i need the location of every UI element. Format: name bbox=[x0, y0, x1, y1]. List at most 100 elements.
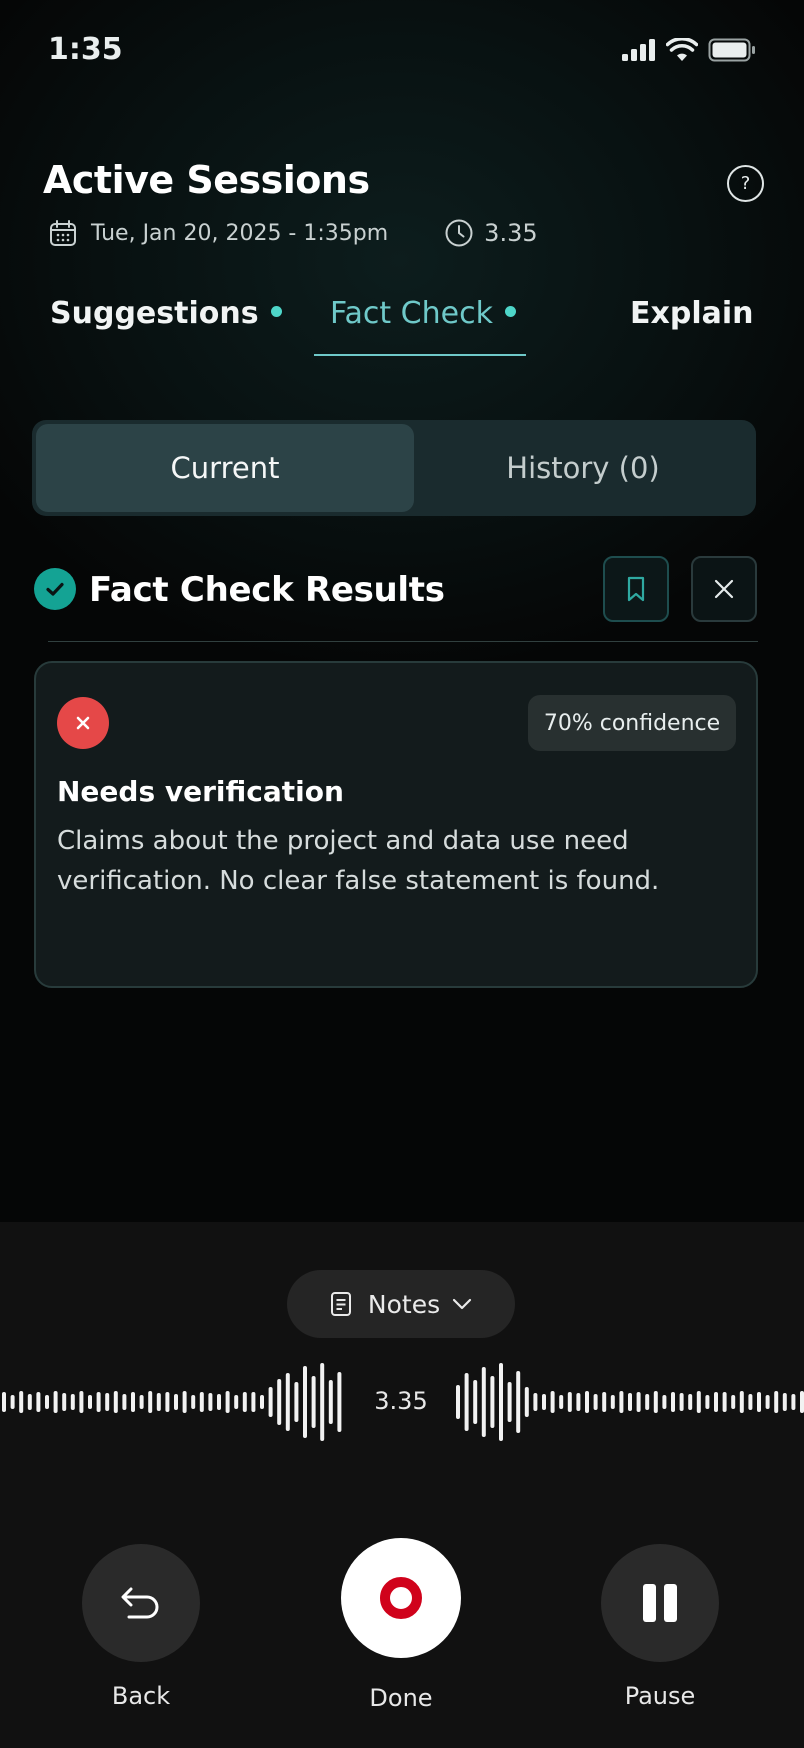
help-button[interactable]: ? bbox=[727, 165, 764, 202]
waveform-bar bbox=[251, 1392, 256, 1412]
session-date: Tue, Jan 20, 2025 - 1:35pm bbox=[91, 220, 389, 246]
waveform-bar bbox=[260, 1395, 264, 1409]
tab-explain[interactable]: Explain bbox=[630, 296, 754, 331]
active-tab-indicator bbox=[314, 354, 526, 356]
new-indicator-dot bbox=[270, 306, 282, 317]
waveform-bar bbox=[36, 1392, 41, 1412]
waveform-bar bbox=[507, 1382, 512, 1422]
waveform-bar bbox=[113, 1391, 118, 1413]
tab-label: Suggestions bbox=[50, 296, 259, 331]
signal-icon bbox=[622, 39, 655, 61]
waveform-bar bbox=[191, 1395, 196, 1409]
pause-button[interactable] bbox=[601, 1544, 719, 1662]
calendar-icon bbox=[50, 220, 76, 246]
waveform-bar bbox=[53, 1391, 58, 1413]
waveform-bar bbox=[688, 1394, 693, 1410]
check-circle-icon bbox=[34, 568, 76, 610]
waveform-bar bbox=[653, 1391, 658, 1413]
waveform-bar bbox=[464, 1373, 469, 1431]
waveform-bar bbox=[79, 1391, 84, 1413]
segmented-control: Current History (0) bbox=[32, 420, 756, 516]
waveform-bar bbox=[182, 1391, 187, 1413]
record-stop-icon bbox=[380, 1577, 422, 1619]
waveform-bar bbox=[303, 1366, 307, 1438]
recorder-panel: Notes 3.35 Back Done Pause bbox=[0, 1222, 804, 1748]
waveform-bar bbox=[27, 1394, 32, 1410]
waveform-bar bbox=[679, 1393, 684, 1411]
wifi-icon bbox=[666, 38, 698, 61]
tab-fact-check[interactable]: Fact Check bbox=[330, 296, 516, 331]
playback-time: 3.35 bbox=[374, 1387, 428, 1415]
document-icon bbox=[330, 1292, 351, 1316]
tab-suggestions[interactable]: Suggestions bbox=[50, 296, 282, 331]
bookmark-icon bbox=[627, 576, 645, 602]
waveform-bar bbox=[96, 1392, 101, 1412]
waveform-bar bbox=[739, 1391, 744, 1413]
waveform-bar bbox=[619, 1391, 624, 1413]
clock-icon bbox=[445, 219, 473, 247]
waveform-bar bbox=[473, 1380, 478, 1424]
waveform-bar bbox=[714, 1392, 718, 1412]
pause-label: Pause bbox=[624, 1682, 696, 1710]
back-label: Back bbox=[111, 1682, 171, 1710]
waveform-bar bbox=[610, 1395, 615, 1409]
done-label: Done bbox=[369, 1684, 433, 1712]
waveform-bar bbox=[481, 1367, 486, 1437]
done-button[interactable] bbox=[341, 1538, 461, 1658]
waveform-bar bbox=[628, 1393, 632, 1411]
waveform-bar bbox=[62, 1393, 67, 1411]
page-title: Active Sessions bbox=[43, 158, 370, 202]
waveform-bar bbox=[217, 1394, 221, 1410]
waveform-bar bbox=[156, 1393, 161, 1411]
waveform-bar bbox=[602, 1392, 607, 1412]
waveform-bar bbox=[731, 1395, 736, 1409]
notes-label: Notes bbox=[367, 1289, 441, 1319]
waveform-bar bbox=[722, 1392, 727, 1412]
waveform-bar bbox=[268, 1387, 273, 1417]
waveform-bar bbox=[165, 1392, 170, 1412]
segment-current[interactable]: Current bbox=[36, 424, 414, 512]
waveform-bar bbox=[576, 1393, 581, 1411]
waveform-bar bbox=[705, 1395, 710, 1409]
bookmark-button[interactable] bbox=[603, 556, 669, 622]
waveform-bar bbox=[757, 1392, 761, 1412]
segment-history[interactable]: History (0) bbox=[414, 424, 752, 512]
waveform-bar bbox=[585, 1391, 589, 1413]
waveform-bar bbox=[208, 1393, 213, 1411]
waveform-bar bbox=[337, 1372, 342, 1432]
fact-check-card: 70% confidence Needs verification Claims… bbox=[34, 661, 758, 988]
card-body: Claims about the project and data use ne… bbox=[57, 826, 660, 896]
waveform-bar bbox=[765, 1395, 770, 1409]
close-results-button[interactable] bbox=[691, 556, 757, 622]
waveform-bar bbox=[234, 1395, 239, 1409]
waveform-bar bbox=[88, 1395, 92, 1409]
results-title: Fact Check Results bbox=[89, 570, 445, 610]
waveform-bar bbox=[542, 1394, 546, 1410]
waveform-bar bbox=[791, 1394, 796, 1410]
waveform-bar bbox=[148, 1391, 153, 1413]
card-heading: Needs verification bbox=[57, 775, 344, 808]
session-duration: 3.35 bbox=[484, 219, 538, 247]
waveform-bar bbox=[70, 1394, 75, 1410]
session-meta: Tue, Jan 20, 2025 - 1:35pm 3.35 bbox=[49, 218, 538, 248]
waveform-bar bbox=[456, 1385, 460, 1419]
waveform-bar bbox=[524, 1387, 529, 1417]
undo-arrow-icon bbox=[121, 1587, 159, 1619]
waveform-bar bbox=[800, 1391, 804, 1413]
status-icons bbox=[622, 38, 756, 62]
waveform-bar bbox=[567, 1392, 572, 1412]
battery-icon bbox=[708, 38, 755, 62]
waveform-bar bbox=[139, 1395, 144, 1409]
back-button[interactable] bbox=[82, 1544, 200, 1662]
waveform-bar bbox=[131, 1392, 135, 1412]
waveform-bar bbox=[122, 1394, 127, 1410]
waveform-bar bbox=[105, 1393, 110, 1411]
waveform-bar bbox=[782, 1393, 787, 1411]
waveform-bar bbox=[636, 1392, 641, 1412]
waveform-bar bbox=[499, 1363, 503, 1441]
waveform-bar bbox=[174, 1394, 178, 1410]
waveform-bar bbox=[225, 1391, 230, 1413]
notes-dropdown[interactable]: Notes bbox=[287, 1270, 515, 1338]
waveform-bar bbox=[328, 1380, 333, 1424]
waveform-bar bbox=[774, 1391, 779, 1413]
